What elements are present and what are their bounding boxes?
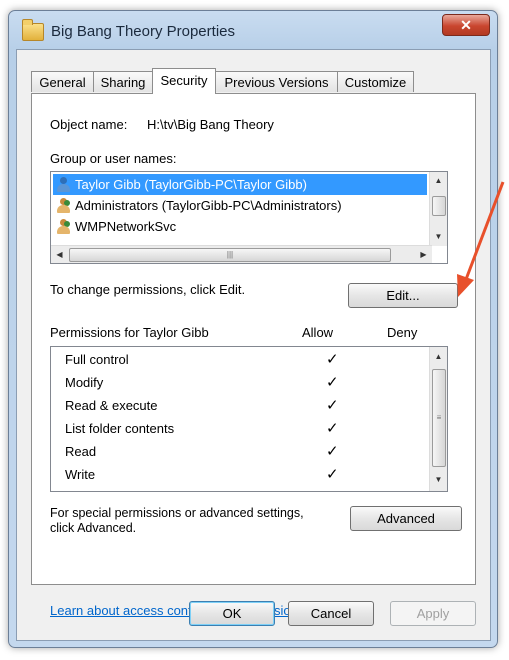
allow-check-icon: ✓ — [326, 466, 339, 483]
permissions-vertical-scrollbar[interactable]: ▲ ≡ ▼ — [429, 347, 447, 491]
user-list-item[interactable]: Taylor Gibb (TaylorGibb-PC\Taylor Gibb) — [53, 174, 427, 195]
permission-row: List folder contents ✓ — [65, 417, 445, 440]
advanced-button[interactable]: Advanced — [350, 506, 462, 531]
tab-customize[interactable]: Customize — [337, 71, 414, 92]
group-or-user-names-label: Group or user names: — [50, 151, 177, 166]
deny-column-header: Deny — [387, 325, 418, 340]
permission-row: Full control ✓ — [65, 348, 445, 371]
user-name: WMPNetworkSvc — [75, 219, 177, 234]
scroll-down-arrow-icon[interactable]: ▼ — [430, 232, 447, 241]
permissions-list[interactable]: Full control ✓ Modify ✓ Read & execute ✓ Li… — [50, 346, 448, 492]
security-tab-panel: Object name: H:\tv\Big Bang Theory Group… — [31, 93, 476, 618]
tab-sharing[interactable]: Sharing — [93, 71, 153, 92]
scroll-thumb[interactable]: ||| — [69, 248, 391, 262]
tab-previous-versions[interactable]: Previous Versions — [215, 71, 338, 92]
scroll-down-arrow-icon[interactable]: ▼ — [430, 475, 447, 484]
permission-name: Modify — [65, 375, 104, 390]
permission-name: Write — [65, 467, 96, 482]
permissions-for-label: Permissions for Taylor Gibb — [50, 325, 209, 340]
permission-name: Full control — [65, 352, 129, 367]
special-permissions-text-line2: click Advanced. — [50, 521, 137, 535]
user-list-item[interactable]: WMPNetworkSvc — [53, 216, 427, 237]
scroll-up-arrow-icon[interactable]: ▲ — [430, 176, 447, 185]
user-name: Taylor Gibb (TaylorGibb-PC\Taylor Gibb) — [75, 177, 307, 192]
title-bar[interactable]: Big Bang Theory Properties ✕ — [9, 11, 497, 49]
permission-row: Modify ✓ — [65, 371, 445, 394]
group-icon — [56, 219, 71, 234]
dialog-client-area: General Sharing Security Previous Versio… — [16, 49, 491, 641]
allow-check-icon: ✓ — [326, 443, 339, 460]
permission-name: List folder contents — [65, 421, 175, 436]
user-list-item[interactable]: Administrators (TaylorGibb-PC\Administra… — [53, 195, 427, 216]
folder-icon — [22, 19, 44, 41]
allow-check-icon: ✓ — [326, 374, 339, 391]
tab-security[interactable]: Security — [152, 68, 216, 94]
group-icon — [56, 198, 71, 213]
user-icon — [56, 177, 71, 192]
scroll-thumb[interactable]: ≡ — [432, 369, 446, 467]
user-list-horizontal-scrollbar[interactable]: ◀ ||| ▶ — [51, 245, 432, 263]
allow-check-icon: ✓ — [326, 420, 339, 437]
properties-window: Big Bang Theory Properties ✕ General Sha… — [8, 10, 498, 648]
scroll-up-arrow-icon[interactable]: ▲ — [430, 352, 447, 361]
scroll-right-arrow-icon[interactable]: ▶ — [415, 246, 432, 263]
object-name-label: Object name: — [50, 117, 128, 132]
permission-name: Read — [65, 444, 97, 459]
object-name-value: H:\tv\Big Bang Theory — [147, 117, 274, 132]
change-permissions-text: To change permissions, click Edit. — [50, 282, 246, 297]
edit-button[interactable]: Edit... — [348, 283, 458, 308]
user-list[interactable]: Taylor Gibb (TaylorGibb-PC\Taylor Gibb) … — [50, 171, 448, 264]
close-button[interactable]: ✕ — [442, 14, 490, 36]
tab-strip: General Sharing Security Previous Versio… — [31, 68, 471, 94]
allow-column-header: Allow — [302, 325, 334, 340]
allow-check-icon: ✓ — [326, 397, 339, 414]
window-title: Big Bang Theory Properties — [51, 23, 235, 40]
permission-row: Read ✓ — [65, 440, 445, 463]
cancel-button[interactable]: Cancel — [288, 601, 374, 626]
user-name: Administrators (TaylorGibb-PC\Administra… — [75, 198, 342, 213]
scroll-left-arrow-icon[interactable]: ◀ — [51, 246, 68, 263]
permission-row: Read & execute ✓ — [65, 394, 445, 417]
tab-general[interactable]: General — [31, 71, 94, 92]
user-list-vertical-scrollbar[interactable]: ▲ ▼ — [429, 172, 447, 246]
permission-name: Read & execute — [65, 398, 158, 413]
special-permissions-text-line1: For special permissions or advanced sett… — [50, 506, 304, 520]
scroll-thumb[interactable] — [432, 196, 446, 216]
apply-button[interactable]: Apply — [390, 601, 476, 626]
close-icon: ✕ — [460, 17, 472, 33]
permission-row: Write ✓ — [65, 463, 445, 486]
allow-check-icon: ✓ — [326, 351, 339, 368]
ok-button[interactable]: OK — [189, 601, 275, 626]
